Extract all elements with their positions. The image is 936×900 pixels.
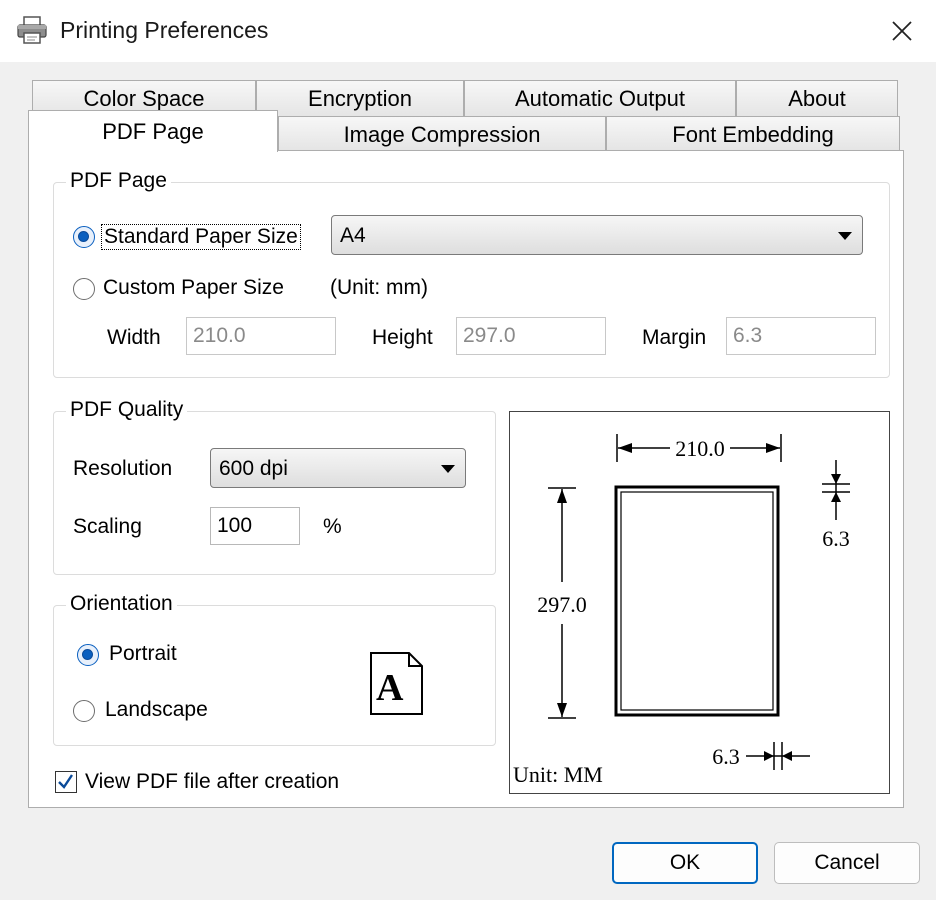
check-icon — [58, 774, 73, 789]
chevron-down-icon — [838, 232, 852, 240]
pdf-page-group-label: PDF Page — [66, 169, 171, 193]
resolution-select[interactable]: 600 dpi — [210, 448, 466, 488]
standard-paper-size-radio[interactable] — [73, 226, 95, 248]
chevron-down-icon — [441, 465, 455, 473]
unit-note: (Unit: mm) — [330, 276, 428, 299]
orientation-icon-letter: A — [376, 667, 404, 709]
standard-paper-size-label[interactable]: Standard Paper Size — [101, 224, 301, 250]
printer-icon — [17, 16, 47, 44]
width-field[interactable] — [186, 317, 336, 355]
margin-label: Margin — [642, 326, 707, 349]
scaling-field[interactable] — [210, 507, 300, 545]
landscape-radio[interactable] — [73, 700, 95, 722]
preview-unit-label: Unit: MM — [513, 762, 603, 787]
preview-top-margin-label: 6.3 — [822, 526, 850, 551]
tab-image-compression[interactable]: Image Compression — [278, 116, 606, 152]
margin-field[interactable] — [726, 317, 876, 355]
page-size-preview: 210.0 297.0 6.3 6.3 Unit: MM — [509, 411, 890, 794]
pdf-quality-group: PDF Quality — [53, 398, 496, 575]
orientation-group-label: Orientation — [66, 592, 177, 616]
page-diagram: 210.0 297.0 6.3 6.3 Unit: MM — [513, 434, 850, 787]
pdf-quality-group-label: PDF Quality — [66, 398, 188, 422]
close-button[interactable] — [872, 8, 932, 54]
ok-button[interactable]: OK — [612, 842, 758, 884]
tab-panel-pdf-page: PDF Page Standard Paper Size A4 Custom P… — [28, 150, 904, 808]
tab-automatic-output[interactable]: Automatic Output — [464, 80, 736, 118]
printing-preferences-dialog: Printing Preferences Color Space Encrypt… — [0, 0, 936, 900]
resolution-value: 600 dpi — [219, 457, 288, 480]
tab-pdf-page[interactable]: PDF Page — [28, 110, 278, 152]
orientation-group: Orientation — [53, 592, 496, 746]
tab-encryption[interactable]: Encryption — [256, 80, 464, 118]
portrait-radio[interactable] — [77, 644, 99, 666]
portrait-page-icon: A — [370, 652, 423, 715]
portrait-label[interactable]: Portrait — [109, 642, 177, 666]
view-pdf-label[interactable]: View PDF file after creation — [85, 770, 339, 794]
tab-about[interactable]: About — [736, 80, 898, 118]
paper-size-select[interactable]: A4 — [331, 215, 863, 255]
paper-size-value: A4 — [340, 224, 366, 247]
height-label: Height — [372, 326, 433, 349]
width-label: Width — [107, 326, 161, 349]
title-bar: Printing Preferences — [0, 0, 936, 62]
cancel-button[interactable]: Cancel — [774, 842, 920, 884]
preview-height-label: 297.0 — [537, 592, 587, 617]
preview-bottom-margin-label: 6.3 — [712, 744, 740, 769]
close-icon — [892, 21, 912, 41]
height-field[interactable] — [456, 317, 606, 355]
percent-label: % — [323, 515, 342, 538]
custom-paper-size-label[interactable]: Custom Paper Size — [103, 276, 284, 300]
resolution-label: Resolution — [73, 457, 173, 480]
custom-paper-size-radio[interactable] — [73, 278, 95, 300]
window-title: Printing Preferences — [60, 17, 269, 43]
view-pdf-checkbox[interactable] — [55, 771, 77, 793]
scaling-label: Scaling — [73, 515, 142, 538]
landscape-label[interactable]: Landscape — [105, 698, 208, 722]
preview-width-label: 210.0 — [675, 436, 725, 461]
tab-font-embedding[interactable]: Font Embedding — [606, 116, 900, 152]
